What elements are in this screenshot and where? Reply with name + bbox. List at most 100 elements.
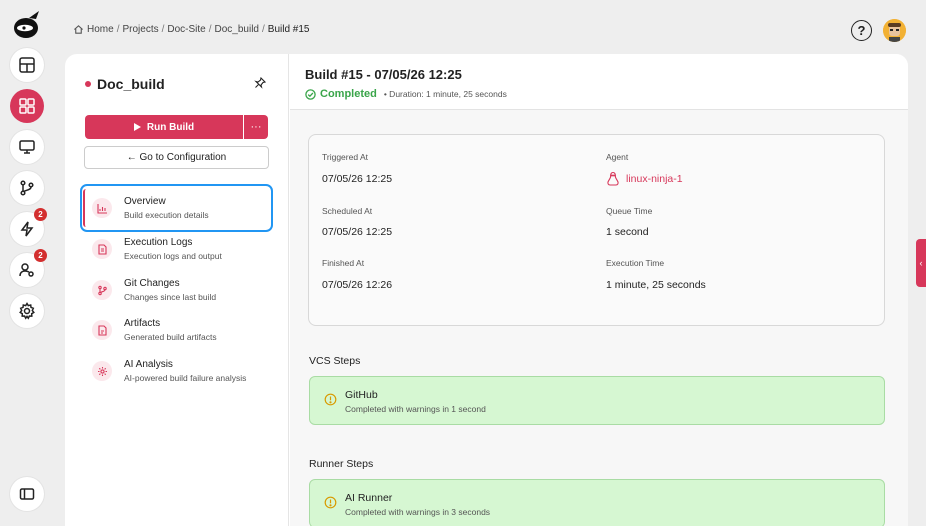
linux-icon	[607, 171, 619, 186]
go-to-configuration-button[interactable]: ← Go to Configuration	[84, 146, 269, 169]
left-rail: 2 2	[0, 0, 54, 526]
nav-item-subtitle: Build execution details	[124, 210, 209, 220]
git-branch-icon	[20, 180, 34, 196]
file-icon	[92, 320, 112, 340]
step-name: AI Runner	[345, 492, 393, 504]
notification-badge: 2	[34, 249, 47, 262]
avatar[interactable]	[883, 19, 906, 42]
git-branch-icon	[92, 280, 112, 300]
chart-icon	[92, 198, 112, 218]
nav-item-title: Overview	[124, 196, 166, 207]
status-badge: Completed	[320, 88, 377, 100]
warning-icon	[324, 393, 337, 406]
monitor-icon	[19, 140, 35, 154]
warning-icon	[324, 496, 337, 509]
breadcrumb-separator: /	[208, 24, 212, 35]
scheduled-at-label: Scheduled At	[322, 206, 373, 216]
step-name: GitHub	[345, 389, 378, 401]
chevron-left-icon: ‹	[919, 258, 923, 268]
breadcrumb-separator: /	[116, 24, 120, 35]
build-status-line: Completed • Duration: 1 minute, 25 secon…	[305, 88, 507, 100]
nav-item-artifacts[interactable]: Artifacts Generated build artifacts	[83, 309, 270, 351]
agent-link[interactable]: linux-ninja-1	[606, 171, 683, 187]
build-info-card: Triggered At 07/05/26 12:25 Agent linux-…	[308, 134, 885, 326]
home-icon[interactable]	[73, 24, 84, 35]
breadcrumb: Home / Projects / Doc-Site / Doc_build /…	[73, 24, 309, 35]
nav-item-title: Execution Logs	[124, 237, 193, 248]
play-icon	[133, 123, 141, 131]
dashboard-button[interactable]	[10, 48, 44, 82]
execution-time-label: Execution Time	[606, 258, 665, 268]
nav-item-subtitle: Changes since last build	[124, 292, 217, 302]
projects-button[interactable]	[10, 89, 44, 123]
help-icon: ?	[857, 23, 866, 38]
nav-item-title: Artifacts	[124, 318, 161, 329]
build-duration: • Duration: 1 minute, 25 seconds	[383, 89, 507, 99]
runner-step-card[interactable]: AI Runner Completed with warnings in 3 s…	[309, 479, 885, 526]
finished-at-label: Finished At	[322, 258, 365, 268]
vcs-button[interactable]	[10, 171, 44, 205]
breadcrumb-site[interactable]: Doc-Site	[167, 24, 205, 35]
agent-name: linux-ninja-1	[626, 173, 683, 185]
projects-grid-icon	[19, 98, 35, 114]
breadcrumb-current: Build #15	[267, 24, 310, 35]
step-status: Completed with warnings in 1 second	[345, 404, 486, 414]
breadcrumb-projects[interactable]: Projects	[122, 24, 158, 35]
sidebar-toggle-button[interactable]	[10, 477, 44, 511]
breadcrumb-separator: /	[262, 24, 265, 35]
status-dot	[85, 81, 91, 87]
gear-icon	[92, 361, 112, 381]
check-circle-icon	[305, 88, 316, 100]
triggered-at-value: 07/05/26 12:25	[322, 173, 393, 185]
nav-item-git-changes[interactable]: Git Changes Changes since last build	[83, 269, 270, 311]
build-side-panel: Doc_build Run Build ··· ← Go to Configur…	[65, 54, 289, 526]
collapse-panel-tab[interactable]: ‹	[916, 239, 926, 287]
users-button[interactable]: 2	[10, 249, 47, 287]
breadcrumb-build-config[interactable]: Doc_build	[215, 24, 259, 35]
vcs-steps-title: VCS Steps	[309, 355, 361, 367]
nav-item-subtitle: Generated build artifacts	[124, 332, 217, 342]
main-card: Doc_build Run Build ··· ← Go to Configur…	[65, 54, 908, 526]
sidebar-toggle-icon	[19, 488, 35, 500]
nav-item-title: AI Analysis	[124, 359, 173, 370]
help-button[interactable]: ?	[851, 20, 872, 41]
step-status: Completed with warnings in 3 seconds	[345, 507, 491, 517]
build-details-panel: Build #15 - 07/05/26 12:25 Completed • D…	[290, 54, 908, 526]
notification-badge: 2	[34, 208, 47, 221]
logo-icon[interactable]	[11, 9, 43, 41]
agent-label: Agent	[606, 152, 629, 162]
build-title: Build #15 - 07/05/26 12:25	[305, 67, 462, 82]
dashboard-icon	[19, 57, 35, 73]
nav-item-ai-analysis[interactable]: AI Analysis AI-powered build failure ana…	[83, 350, 270, 392]
triggers-button[interactable]: 2	[10, 208, 47, 246]
nav-item-title: Git Changes	[124, 278, 180, 289]
gear-icon	[19, 302, 35, 320]
triggered-at-label: Triggered At	[322, 152, 368, 162]
build-header: Build #15 - 07/05/26 12:25 Completed • D…	[290, 54, 908, 110]
project-name: Doc_build	[97, 76, 165, 92]
execution-time-value: 1 minute, 25 seconds	[606, 279, 706, 291]
nav-item-subtitle: AI-powered build failure analysis	[124, 373, 247, 383]
pin-icon[interactable]	[254, 77, 266, 89]
document-icon	[92, 239, 112, 259]
scheduled-at-value: 07/05/26 12:25	[322, 226, 393, 238]
run-build-button[interactable]: Run Build	[85, 115, 243, 139]
vcs-step-card[interactable]: GitHub Completed with warnings in 1 seco…	[309, 376, 885, 425]
lightning-icon	[20, 221, 34, 237]
more-icon: ···	[250, 121, 262, 133]
run-build-label: Run Build	[146, 121, 195, 133]
finished-at-value: 07/05/26 12:26	[322, 279, 393, 291]
nav-item-execution-logs[interactable]: Execution Logs Execution logs and output	[83, 228, 270, 270]
agents-button[interactable]	[10, 130, 44, 164]
nav-item-overview[interactable]: Overview Build execution details	[80, 184, 273, 232]
queue-time-value: 1 second	[606, 226, 649, 238]
runner-steps-title: Runner Steps	[309, 458, 374, 470]
nav-item-subtitle: Execution logs and output	[124, 251, 222, 261]
breadcrumb-home[interactable]: Home	[87, 24, 114, 35]
user-settings-icon	[19, 263, 34, 277]
run-options-button[interactable]: ···	[244, 115, 268, 139]
breadcrumb-separator: /	[161, 24, 165, 35]
queue-time-label: Queue Time	[606, 206, 653, 216]
user-avatar-icon	[883, 19, 906, 42]
settings-button[interactable]	[10, 294, 44, 328]
